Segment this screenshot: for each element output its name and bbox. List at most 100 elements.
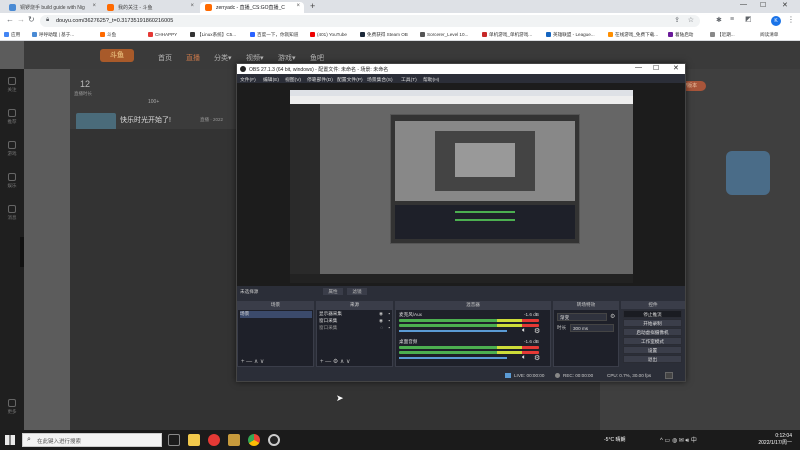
reload-icon[interactable]: ↻ (28, 15, 35, 24)
obs-menu-docks[interactable]: 停靠部件(D) (307, 76, 333, 83)
duration-input[interactable]: 300 ms (570, 324, 614, 332)
nav-home[interactable]: 首页 (158, 53, 172, 63)
mixer-volume-slider[interactable] (399, 330, 507, 332)
browser-tab[interactable]: 我的关注 - 斗鱼 × (102, 2, 198, 13)
nav-fishbar[interactable]: 鱼吧 (310, 53, 324, 63)
tab-close-icon[interactable]: × (296, 3, 300, 9)
site-logo[interactable]: 斗鱼 (100, 49, 134, 62)
obs-menu-help[interactable]: 帮助(H) (423, 76, 439, 83)
bookmark-item[interactable]: 斗鱼 (100, 32, 116, 38)
speaker-icon[interactable]: 🔈︎ (522, 327, 526, 335)
resize-grip-icon[interactable] (665, 372, 673, 379)
bookmark-item[interactable]: CHHAPPY (148, 32, 177, 37)
sidebar-item-game[interactable]: 游戏 (2, 141, 22, 159)
exit-button[interactable]: 退出 (623, 355, 682, 363)
bookmark-item[interactable]: Sorcerer_Level 10... (420, 32, 468, 37)
reading-list-button[interactable]: 阅读清单 (760, 32, 778, 38)
file-explorer-icon[interactable] (188, 434, 200, 446)
bookmark-item[interactable]: 【Linux系统】C5... (190, 32, 236, 38)
sidebar-item-more[interactable]: 更多 (2, 399, 22, 417)
source-item[interactable]: 窗口采集 ◌ ▪ (319, 325, 391, 332)
filters-button[interactable]: 滤镜 (347, 288, 367, 295)
tab-close-icon[interactable]: × (190, 3, 194, 9)
eye-icon[interactable]: ◉ (379, 318, 383, 324)
obs-menu-profile[interactable]: 配置文件(P) (337, 76, 363, 83)
bookmark-item[interactable]: 单机游戏_单机游戏... (482, 32, 532, 38)
nav-game[interactable]: 游戏▾ (278, 53, 296, 63)
more-menu-icon[interactable]: ⋮ (787, 15, 795, 24)
tray-icons[interactable]: ^ ▭ ◍ ✉ 🔊︎ 中 (660, 435, 697, 445)
bookmark-item[interactable]: 英雄联盟 - League... (546, 32, 595, 38)
eye-icon[interactable]: ◉ (379, 311, 383, 317)
address-bar[interactable]: 🔒︎ douyu.com/3627625?_t=0.31735191860216… (40, 15, 700, 27)
sidebar-collapse-handle[interactable] (20, 237, 24, 267)
app-icon[interactable] (208, 434, 220, 446)
nav-category[interactable]: 分类▾ (214, 53, 232, 63)
obs-menu-scene-collection[interactable]: 场景集合(S) (367, 76, 393, 83)
virtual-camera-button[interactable]: 启动虚拟摄像机 (623, 328, 682, 336)
minimize-button[interactable]: — (740, 1, 747, 8)
extensions-icon[interactable]: ✱ (716, 16, 722, 24)
sidebar-item-entertainment[interactable]: 娱乐 (2, 173, 22, 191)
gear-icon[interactable]: ⚙ (534, 327, 540, 335)
eye-icon[interactable]: ◌ (380, 325, 383, 330)
bookmark-item[interactable]: 百度一下，你就知道 (250, 32, 298, 38)
lock-icon[interactable]: ▪ (388, 311, 390, 316)
bookmark-item[interactable]: 着陆启动 (668, 32, 693, 38)
settings-button[interactable]: 设置 (623, 346, 682, 354)
transition-settings-icon[interactable]: ⚙ (610, 313, 615, 320)
obs-close-button[interactable]: ✕ (673, 64, 679, 72)
bookmark-item[interactable]: 应用 (4, 32, 20, 38)
menu-extensions-icon[interactable]: ◩ (745, 15, 752, 23)
taskbar-search-box[interactable]: ⌕ 在此键入进行搜索 (22, 433, 162, 447)
sidebar-item-message[interactable]: 消息 (2, 205, 22, 223)
source-item[interactable]: 窗口采集 ◉ ▪ (319, 318, 391, 325)
profile-avatar[interactable]: K (771, 16, 781, 26)
source-item[interactable]: 显示器采集 ◉ ▪ (319, 311, 391, 318)
new-tab-button[interactable]: + (310, 1, 315, 11)
maximize-button[interactable]: ☐ (760, 1, 766, 9)
obs-menu-tools[interactable]: 工具(T) (401, 76, 417, 83)
obs-menu-edit[interactable]: 编辑(E) (263, 76, 279, 83)
bookmark-item[interactable]: 在线游戏_免费下载... (608, 32, 658, 38)
obs-maximize-button[interactable]: ☐ (653, 64, 659, 72)
nav-video[interactable]: 视频▾ (246, 53, 264, 63)
stop-streaming-button[interactable]: 停止推流 (623, 310, 682, 318)
back-arrow-icon[interactable]: ← (6, 15, 14, 24)
gear-icon[interactable]: ⚙ (534, 354, 540, 362)
tab-close-icon[interactable]: × (92, 3, 96, 9)
forward-arrow-icon[interactable]: → (17, 15, 25, 24)
sidebar-item-recommend[interactable]: 推荐 (2, 109, 22, 127)
nav-live[interactable]: 直播 (186, 53, 200, 63)
windows-start-icon[interactable] (5, 435, 15, 445)
obs-menu-file[interactable]: 文件(F) (240, 76, 256, 83)
obs-minimize-button[interactable]: — (635, 64, 642, 71)
reading-list-icon[interactable]: ≡ (730, 16, 734, 23)
lock-icon[interactable]: ▪ (388, 318, 390, 323)
obs-menu-view[interactable]: 视图(V) (285, 76, 301, 83)
taskbar-clock[interactable]: 0:12:04 2022/1/17/周一 (758, 433, 792, 447)
properties-button[interactable]: 属性 (323, 288, 343, 295)
task-view-icon[interactable] (168, 434, 180, 446)
scene-item[interactable]: 场景 (240, 311, 312, 318)
speaker-icon[interactable]: 🔈︎ (522, 354, 526, 362)
promo-image[interactable] (726, 151, 770, 195)
browser-tab[interactable]: 铜锣烧手 build guide with Nig × (4, 2, 100, 13)
chrome-icon[interactable] (248, 434, 260, 446)
bookmark-star-icon[interactable]: ☆ (688, 16, 694, 24)
start-recording-button[interactable]: 开始录制 (623, 319, 682, 327)
close-window-button[interactable]: ✕ (782, 1, 788, 9)
sidebar-item-follow[interactable]: 关注 (2, 77, 22, 95)
add-scene-icon[interactable]: + — ∧ ∨ (241, 358, 264, 365)
obs-icon[interactable] (268, 434, 280, 446)
mixer-volume-slider[interactable] (399, 357, 507, 359)
lock-icon[interactable]: ▪ (388, 325, 390, 330)
app-icon[interactable] (228, 434, 240, 446)
share-icon[interactable]: ⇪ (674, 16, 680, 24)
bookmark-item[interactable]: (401) YouTube (310, 32, 347, 37)
browser-tab-active[interactable]: zerryadc - 直播_CS:GO直播_C × (200, 2, 304, 13)
bookmark-item[interactable]: 免费获得 Steam OB (360, 32, 408, 38)
bookmark-item[interactable]: 呼呼助理 | 基于... (32, 32, 74, 38)
studio-mode-button[interactable]: 工作室模式 (623, 337, 682, 345)
obs-preview[interactable] (237, 83, 685, 286)
